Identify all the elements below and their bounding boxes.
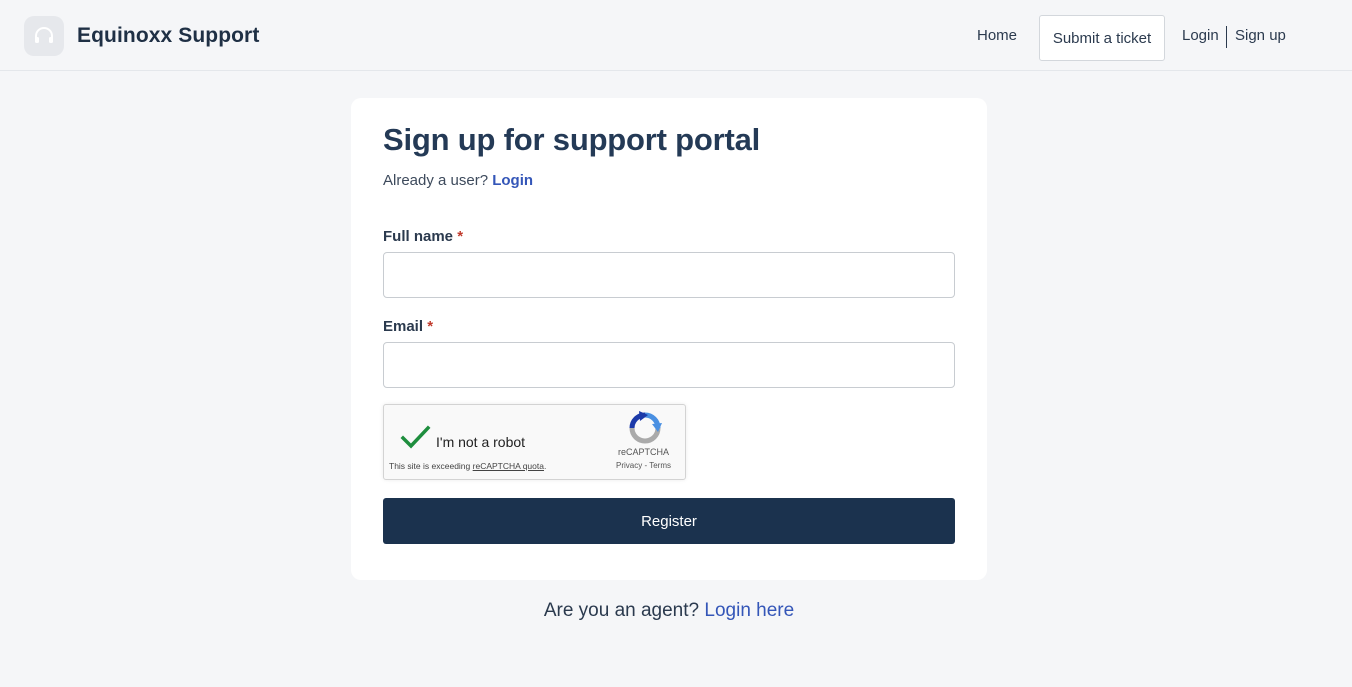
- email-label: Email *: [383, 318, 433, 335]
- email-label-text: Email: [383, 318, 424, 335]
- submit-ticket-button[interactable]: Submit a ticket: [1039, 15, 1165, 61]
- recaptcha-link-separator: -: [644, 461, 648, 470]
- recaptcha-links: Privacy - Terms: [616, 461, 671, 470]
- headset-icon[interactable]: [24, 16, 64, 56]
- recaptcha-widget: I'm not a robot This site is exceeding r…: [383, 404, 686, 480]
- recaptcha-label[interactable]: I'm not a robot: [436, 434, 525, 450]
- recaptcha-privacy-link[interactable]: Privacy: [616, 461, 642, 470]
- nav-login-link[interactable]: Login: [1182, 27, 1219, 44]
- signup-card: Sign up for support portal Already a use…: [351, 98, 987, 580]
- full-name-label-text: Full name: [383, 228, 454, 245]
- page-title: Sign up for support portal: [383, 122, 761, 157]
- agent-login-link[interactable]: Login here: [704, 600, 794, 621]
- nav-signup-link[interactable]: Sign up: [1235, 27, 1286, 44]
- login-link[interactable]: Login: [492, 172, 533, 189]
- recaptcha-quota-link[interactable]: reCAPTCHA quota: [473, 461, 544, 471]
- recaptcha-terms-link[interactable]: Terms: [649, 461, 671, 470]
- already-user-label: Already a user?: [383, 172, 489, 189]
- recaptcha-warning-text: This site is exceeding: [389, 461, 471, 471]
- nav-divider: [1226, 26, 1227, 48]
- recaptcha-warning-suffix: .: [543, 461, 547, 471]
- full-name-label: Full name *: [383, 228, 463, 245]
- register-button[interactable]: Register: [383, 498, 955, 544]
- nav-home-link[interactable]: Home: [977, 27, 1017, 44]
- already-user-text: Already a user? Login: [383, 172, 533, 189]
- recaptcha-brand: reCAPTCHA: [618, 447, 670, 457]
- recaptcha-logo-icon: [628, 411, 662, 450]
- required-mark: *: [457, 228, 464, 245]
- email-input[interactable]: [383, 342, 955, 388]
- agent-question: Are you an agent?: [543, 600, 700, 621]
- agent-login-prompt: Are you an agent? Login here: [0, 600, 1338, 622]
- recaptcha-warning: This site is exceeding reCAPTCHA quota.: [389, 461, 546, 471]
- full-name-input[interactable]: [383, 252, 955, 298]
- brand-name[interactable]: Equinoxx Support: [77, 24, 259, 48]
- required-mark: *: [427, 318, 434, 335]
- checkmark-icon[interactable]: [400, 425, 432, 456]
- top-navbar: Equinoxx Support Home Submit a ticket Lo…: [0, 0, 1352, 71]
